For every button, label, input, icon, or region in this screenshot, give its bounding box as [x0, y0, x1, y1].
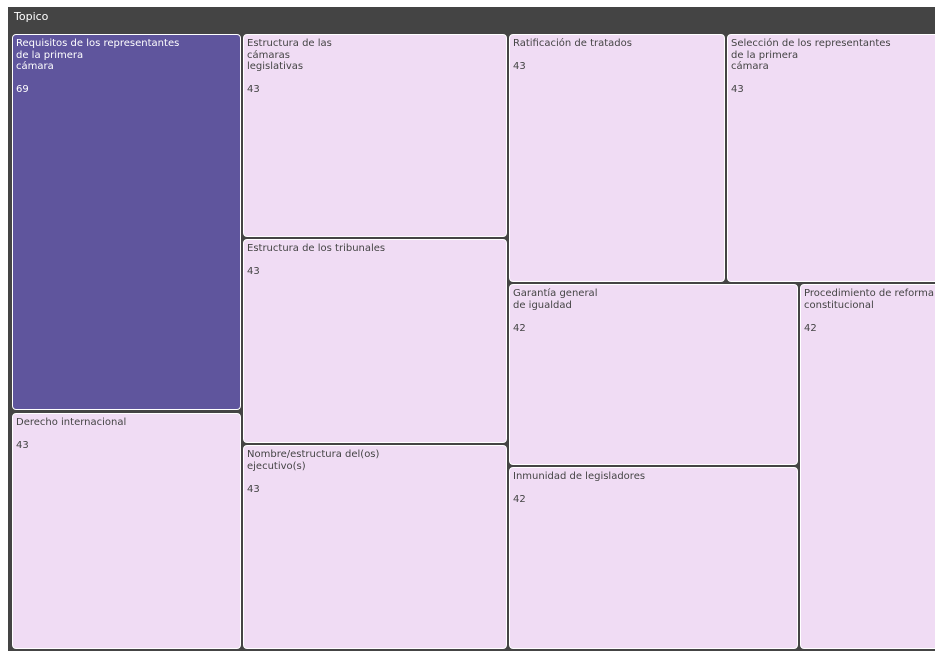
treemap-tile-name: Estructura de las cámaras legislativas: [247, 38, 332, 72]
treemap-tile-value: 43: [513, 61, 526, 72]
treemap-tile[interactable]: Selección de los representantes de la pr…: [727, 34, 935, 282]
treemap-tile[interactable]: Inmunidad de legisladores 42: [509, 467, 798, 649]
treemap-tile-name: Ratificación de tratados: [513, 38, 632, 49]
treemap-tile-label: Procedimiento de reforma constitucional …: [804, 288, 935, 334]
treemap-tile-label: Requisitos de los representantes de la p…: [16, 38, 238, 96]
treemap-tile-label: Garantía general de igualdad 42: [513, 288, 795, 334]
treemap-tile[interactable]: Nombre/estructura del(os) ejecutivo(s) 4…: [243, 445, 507, 649]
treemap-tile[interactable]: Estructura de los tribunales 43: [243, 239, 507, 443]
treemap-tile-value: 42: [804, 322, 817, 334]
treemap-tile-name: Estructura de los tribunales: [247, 243, 386, 254]
treemap-tile[interactable]: Ratificación de tratados 43: [509, 34, 725, 282]
treemap-tile[interactable]: Derecho internacional 43: [12, 413, 241, 649]
treemap-tile-label: Ratificación de tratados 43: [513, 38, 722, 73]
treemap-tile[interactable]: Estructura de las cámaras legislativas 4…: [243, 34, 507, 237]
treemap-tiles: Requisitos de los representantes de la p…: [8, 7, 935, 651]
treemap-tile-label: Estructura de los tribunales 43: [247, 243, 504, 278]
treemap-tile-label: Nombre/estructura del(os) ejecutivo(s) 4…: [247, 449, 504, 495]
treemap-tile-label: Inmunidad de legisladores 42: [513, 471, 795, 506]
treemap-tile-name: Inmunidad de legisladores: [513, 471, 646, 482]
treemap-frame: Topico Requisitos de los representantes …: [8, 7, 935, 651]
treemap-tile-name: Nombre/estructura del(os) ejecutivo(s): [247, 449, 380, 472]
treemap-tile-value: 43: [247, 483, 260, 495]
treemap-tile-name: Garantía general de igualdad: [513, 288, 598, 311]
treemap-tile-value: 69: [16, 84, 29, 95]
treemap-tile-label: Selección de los representantes de la pr…: [731, 38, 935, 96]
treemap-tile-name: Procedimiento de reforma constitucional: [804, 288, 935, 311]
treemap-tile[interactable]: Garantía general de igualdad 42: [509, 284, 798, 465]
treemap-tile-value: 42: [513, 322, 526, 334]
treemap-tile-value: 43: [247, 84, 260, 95]
treemap-tile-label: Derecho internacional 43: [16, 417, 238, 452]
treemap-tile-name: Derecho internacional: [16, 417, 127, 428]
treemap-tile-value: 43: [16, 440, 29, 451]
treemap-tile-value: 43: [731, 84, 744, 95]
treemap-tile-value: 42: [513, 494, 526, 505]
treemap-tile-name: Selección de los representantes de la pr…: [731, 38, 891, 72]
treemap-tile[interactable]: Requisitos de los representantes de la p…: [12, 34, 241, 410]
treemap-tile-label: Estructura de las cámaras legislativas 4…: [247, 38, 504, 96]
treemap-tile-value: 43: [247, 266, 260, 277]
treemap-tile-name: Requisitos de los representantes de la p…: [16, 38, 180, 72]
treemap-tile[interactable]: Procedimiento de reforma constitucional …: [800, 284, 935, 649]
